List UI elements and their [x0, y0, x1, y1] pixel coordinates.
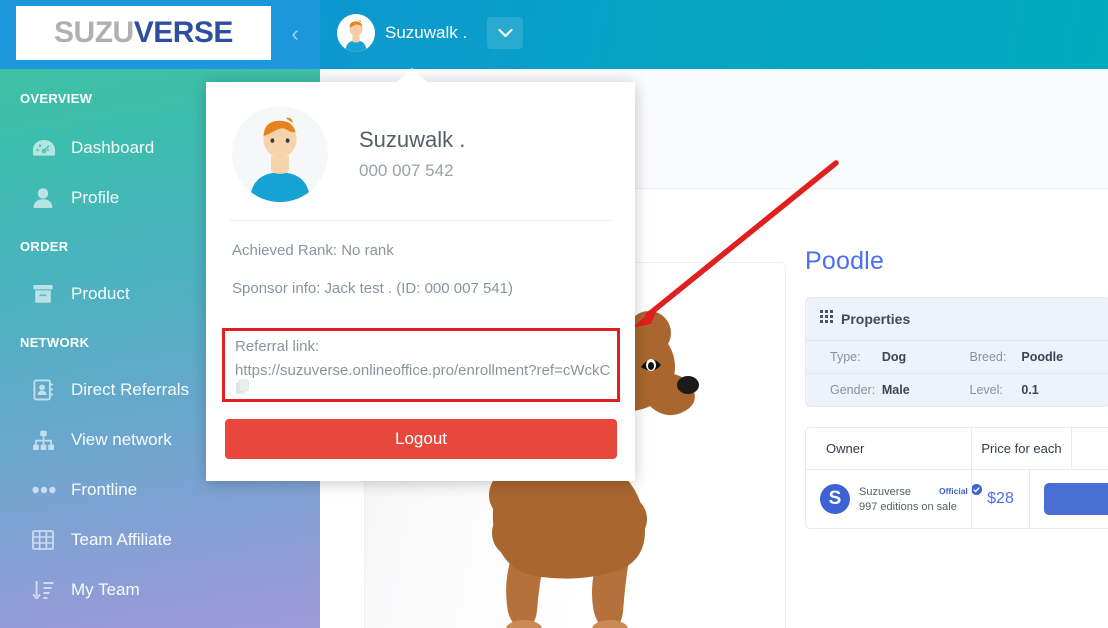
dropdown-member-id: 000 007 542	[359, 161, 454, 180]
prop-key: Breed:	[969, 350, 1007, 364]
sidebar-item-label: Frontline	[71, 480, 138, 499]
sidebar-item-genealogy-tree[interactable]: Genealogy Tree	[0, 615, 320, 628]
box-icon	[32, 281, 62, 307]
avatar	[337, 14, 375, 52]
app-root: your business D	[0, 0, 1108, 628]
sidebar-item-label: Direct Referrals	[71, 380, 190, 399]
chevron-down-icon[interactable]	[487, 17, 524, 49]
product-title: Poodle	[805, 247, 885, 275]
product-detail-column: Poodle Properties Type: Dog Breed: Poodl…	[805, 247, 1108, 529]
table-grid-icon	[32, 527, 62, 553]
copy-icon[interactable]	[235, 379, 252, 400]
achieved-rank: Achieved Rank: No rank	[232, 242, 394, 259]
referral-link-label: Referral link:	[235, 338, 320, 355]
sort-list-icon	[32, 577, 62, 603]
logout-button[interactable]: Logout	[225, 419, 617, 459]
dropdown-identity: Suzuwalk . 000 007 542	[206, 82, 635, 202]
sidebar-item-label: Team Affiliate	[71, 530, 172, 549]
col-owner: Owner	[826, 441, 865, 456]
ellipsis-icon	[32, 477, 62, 503]
prop-value: 0.1	[1021, 383, 1039, 397]
prop-value: Male	[881, 383, 910, 397]
prop-value: Poodle	[1021, 350, 1064, 364]
sidebar-item-label: Product	[71, 284, 130, 303]
table-row: S Suzuverse Official 997 editions on sal…	[806, 470, 1108, 528]
user-name: Suzuwalk .	[385, 23, 468, 42]
divider	[230, 220, 611, 221]
grid-dots-icon	[820, 310, 833, 328]
buy-button[interactable]	[1044, 483, 1108, 515]
dropdown-user-name: Suzuwalk .	[359, 127, 466, 152]
logo[interactable]: SUZUVERSE	[16, 6, 271, 60]
dropdown-caret	[396, 68, 428, 83]
avatar	[232, 106, 328, 202]
sidebar-item-team-affiliate[interactable]: Team Affiliate	[0, 515, 320, 565]
editions-count: 997 editions on sale	[859, 500, 957, 513]
referral-link-box[interactable]: Referral link: https://suzuverse.onlineo…	[222, 328, 620, 402]
chevron-left-icon[interactable]: ‹	[283, 20, 307, 48]
referral-link-url: https://suzuverse.onlineoffice.pro/enrol…	[235, 362, 611, 379]
properties-card: Properties Type: Dog Breed: Poodle Gende…	[805, 297, 1108, 407]
user-dropdown-panel: Suzuwalk . 000 007 542 Achieved Rank: No…	[206, 68, 635, 481]
owner-name: Suzuverse	[859, 485, 911, 498]
col-action	[1071, 428, 1108, 469]
owner-cell: S Suzuverse Official 997 editions on sal…	[806, 470, 982, 528]
prop-key: Type:	[830, 350, 861, 364]
logo-part-suzu: SUZU	[54, 16, 134, 49]
properties-row: Type: Dog Breed: Poodle	[806, 341, 1108, 373]
gauge-icon	[32, 135, 62, 161]
top-header: SUZUVERSE ‹ Suzuwalk .	[0, 0, 1108, 69]
official-badge: Official	[938, 486, 968, 497]
owner-name-line: Suzuverse Official	[859, 484, 982, 499]
sidebar-item-label: My Team	[71, 580, 140, 599]
owner-table: Owner Price for each S Suzuverse Officia…	[805, 427, 1108, 529]
sidebar-item-label: Profile	[71, 188, 120, 207]
action-cell	[1029, 470, 1108, 528]
user-menu[interactable]: Suzuwalk .	[337, 14, 524, 52]
sponsor-info: Sponsor info: Jack test . (ID: 000 007 5…	[232, 280, 513, 297]
sidebar-item-label: Dashboard	[71, 138, 155, 157]
properties-row: Gender: Male Level: 0.1	[806, 373, 1108, 406]
sidebar-item-my-team[interactable]: My Team	[0, 565, 320, 615]
price-cell: $28	[971, 470, 1029, 528]
prop-value: Dog	[881, 350, 907, 364]
logo-part-verse: VERSE	[133, 16, 234, 49]
address-book-icon	[32, 377, 62, 403]
prop-key: Level:	[969, 383, 1003, 397]
properties-header: Properties	[806, 298, 1108, 341]
properties-label: Properties	[841, 311, 911, 327]
prop-key: Gender:	[830, 383, 876, 397]
owner-table-header: Owner Price for each	[806, 428, 1108, 470]
col-price: Price for each	[971, 428, 1071, 469]
suzuverse-logo-icon: S	[820, 484, 850, 514]
sidebar-item-label: View network	[71, 430, 172, 449]
user-icon	[32, 185, 62, 211]
sitemap-icon	[32, 427, 62, 453]
